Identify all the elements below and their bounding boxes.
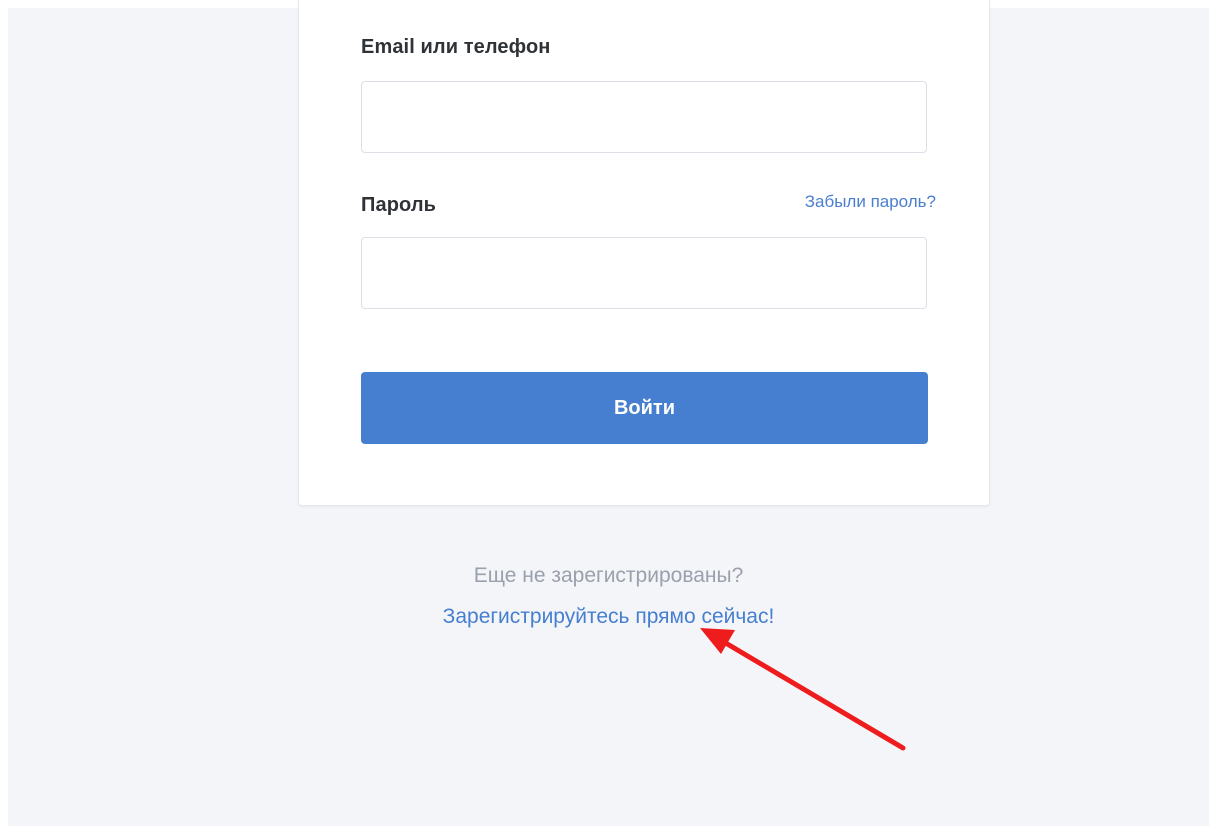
password-field[interactable]	[361, 237, 927, 309]
email-label: Email или телефон	[361, 36, 551, 58]
login-button[interactable]: Войти	[361, 372, 928, 444]
email-field[interactable]	[361, 81, 927, 153]
forgot-password-link[interactable]: Забыли пароль?	[805, 192, 936, 212]
login-page: Email или телефон Пароль Забыли пароль? …	[8, 0, 1209, 826]
login-card: Email или телефон Пароль Забыли пароль? …	[298, 0, 990, 506]
register-link[interactable]: Зарегистрируйтесь прямо сейчас!	[8, 605, 1209, 629]
not-registered-text: Еще не зарегистрированы?	[473, 564, 744, 587]
password-label: Пароль	[361, 194, 437, 216]
